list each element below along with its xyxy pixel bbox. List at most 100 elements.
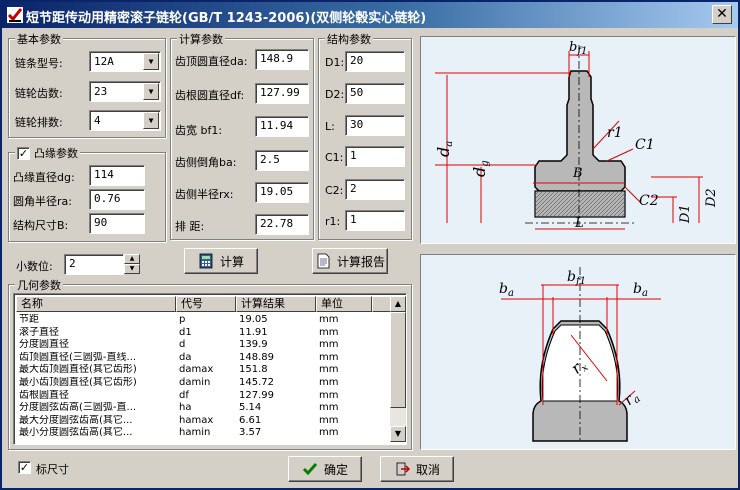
cell-result: 6.61	[239, 414, 262, 426]
scroll-thumb[interactable]	[390, 312, 406, 408]
flange-diameter-label: 凸缘直径dg:	[13, 171, 75, 184]
row-count-select[interactable]: 4 ▼	[89, 110, 161, 131]
cell-unit: mm	[319, 402, 339, 414]
flange-params-legend: ✓ 凸缘参数	[15, 145, 80, 161]
side-radius-value[interactable]: 19.05	[255, 182, 309, 203]
spin-up-icon[interactable]: ▲	[124, 254, 140, 264]
report-icon	[317, 253, 330, 269]
chain-type-select[interactable]: 12A ▼	[89, 51, 161, 72]
table-row[interactable]: 分度圆直径 d 139.9 mm	[16, 339, 372, 350]
cell-unit: mm	[319, 351, 339, 363]
cell-symbol: hamin	[179, 427, 211, 439]
table-row[interactable]: 滚子直径 d1 11.91 mm	[16, 327, 372, 338]
c1-label: C1:	[325, 151, 344, 164]
table-scrollbar[interactable]: ▲ ▼	[390, 296, 406, 442]
flange-checkbox[interactable]: ✓	[17, 146, 30, 160]
cell-unit: mm	[319, 377, 339, 388]
root-diameter-value[interactable]: 127.99	[255, 83, 309, 104]
close-button[interactable]: ✕	[712, 5, 732, 24]
mark-size-checkbox[interactable]: ✓	[18, 461, 31, 474]
cell-result: 5.14	[239, 402, 262, 414]
chevron-down-icon[interactable]: ▼	[143, 112, 159, 129]
cell-unit: mm	[319, 326, 339, 338]
cell-symbol: df	[179, 389, 189, 401]
cell-name: 最小齿顶圆直径(其它齿形)	[19, 377, 137, 388]
table-row[interactable]: 节距 p 19.05 mm	[16, 314, 372, 325]
flange-legend-text: 凸缘参数	[34, 147, 78, 160]
report-button-label: 计算报告	[336, 254, 385, 269]
chevron-down-icon[interactable]: ▼	[143, 53, 159, 70]
d2-label: D2:	[325, 88, 345, 101]
table-row[interactable]: 最大分度圆弦齿高(其它... hamax 6.61 mm	[16, 415, 372, 426]
l-input[interactable]: 30	[345, 115, 405, 136]
side-radius-label: 齿侧半径rx:	[175, 188, 234, 201]
d2-input[interactable]: 50	[345, 83, 405, 104]
table-row[interactable]: 最大齿顶圆直径(其它齿形) damax 151.8 mm	[16, 364, 372, 375]
struct-size-b-input[interactable]: 90	[89, 213, 145, 234]
fig1-label-C2: C2	[639, 193, 659, 209]
fig1-label-D1: D1	[678, 204, 693, 224]
col-symbol-header[interactable]: 代号	[176, 296, 236, 312]
flange-diameter-input[interactable]: 114	[89, 165, 145, 186]
decimals-spinner[interactable]: ▲ ▼	[124, 254, 140, 275]
table-row[interactable]: 齿根圆直径 df 127.99 mm	[16, 390, 372, 401]
cell-symbol: d1	[179, 326, 192, 338]
side-chamfer-value[interactable]: 2.5	[255, 150, 309, 171]
table-row[interactable]: 分度圆弦齿高(三圆弧-直... ha 5.14 mm	[16, 402, 372, 413]
scroll-up-icon[interactable]: ▲	[390, 296, 406, 312]
window-title: 短节距传动用精密滚子链轮(GB/T 1243-2006)(双侧轮毂实心链轮)	[26, 11, 427, 26]
geometry-params-group: 几何参数 名称 代号 计算结果 单位 节距 p 19.05 mm 滚子直径 d1 11.91…	[8, 277, 412, 450]
c2-input[interactable]: 2	[345, 179, 405, 200]
hub-section-drawing: bf1 r1 C1 da dg B C2 L D1 D2	[421, 37, 735, 243]
tip-diameter-label: 齿顶圆直径da:	[175, 55, 248, 68]
teeth-count-value: 23	[94, 85, 108, 98]
tip-diameter-value[interactable]: 148.9	[255, 49, 309, 70]
spin-down-icon[interactable]: ▼	[124, 264, 140, 274]
tooth-width-label: 齿宽 bf1:	[175, 124, 223, 137]
cancel-button-label: 取消	[415, 462, 440, 477]
cell-result: 3.57	[239, 427, 262, 439]
calc-button-label: 计算	[219, 254, 244, 269]
ok-button[interactable]: 确定	[288, 456, 362, 482]
col-unit-header[interactable]: 单位	[316, 296, 372, 312]
dialog-window: 短节距传动用精密滚子链轮(GB/T 1243-2006)(双侧轮毂实心链轮) ✕…	[0, 0, 740, 490]
calc-button[interactable]: 计算	[184, 248, 258, 274]
table-row[interactable]: 最小齿顶圆直径(其它齿形) damin 145.72 mm	[16, 377, 372, 388]
c1-input[interactable]: 1	[345, 146, 405, 167]
basic-params-legend: 基本参数	[15, 31, 63, 47]
calc-params-legend: 计算参数	[177, 31, 225, 47]
row-pitch-label: 排 距:	[175, 220, 205, 233]
cell-result: 151.8	[239, 364, 268, 376]
fig1-label-L: L	[574, 216, 584, 231]
calc-params-group: 计算参数 齿顶圆直径da: 148.9 齿根圆直径df: 127.99 齿宽 b…	[170, 31, 314, 240]
cancel-button[interactable]: 取消	[380, 456, 454, 482]
cell-symbol: hamax	[179, 414, 214, 426]
d1-input[interactable]: 20	[345, 51, 405, 72]
cell-result: 11.91	[239, 326, 268, 338]
teeth-count-select[interactable]: 23 ▼	[89, 81, 161, 102]
fig1-label-D2: D2	[704, 188, 719, 208]
report-button[interactable]: 计算报告	[312, 248, 388, 274]
row-pitch-value[interactable]: 22.78	[255, 214, 309, 235]
fig1-label-r1: r1	[607, 125, 623, 141]
r1-input[interactable]: 1	[345, 210, 405, 231]
fillet-radius-input[interactable]: 0.76	[89, 189, 145, 210]
geometry-table[interactable]: 名称 代号 计算结果 单位 节距 p 19.05 mm 滚子直径 d1 11.91 mm 分度圆…	[13, 293, 407, 445]
col-name-header[interactable]: 名称	[16, 296, 176, 312]
cell-name: 最小分度圆弦齿高(其它...	[19, 427, 133, 439]
fig1-label-B: B	[572, 166, 583, 181]
tooth-width-value[interactable]: 11.94	[255, 116, 309, 137]
cell-unit: mm	[319, 364, 339, 376]
table-row[interactable]: 齿顶圆直径(三圆弧-直线... da 148.89 mm	[16, 352, 372, 363]
chevron-down-icon[interactable]: ▼	[143, 83, 159, 100]
cell-name: 分度圆弦齿高(三圆弧-直...	[19, 402, 137, 414]
fillet-radius-label: 圆角半径ra:	[13, 195, 72, 208]
col-result-header[interactable]: 计算结果	[236, 296, 316, 312]
cell-unit: mm	[319, 339, 339, 351]
decimals-input[interactable]: 2	[64, 254, 124, 275]
chain-type-label: 链条型号:	[15, 57, 63, 70]
table-row[interactable]: 最小分度圆弦齿高(其它... hamin 3.57 mm	[16, 427, 372, 438]
scroll-down-icon[interactable]: ▼	[390, 426, 406, 442]
row-count-label: 链轮排数:	[15, 116, 63, 129]
cell-unit: mm	[319, 389, 339, 401]
